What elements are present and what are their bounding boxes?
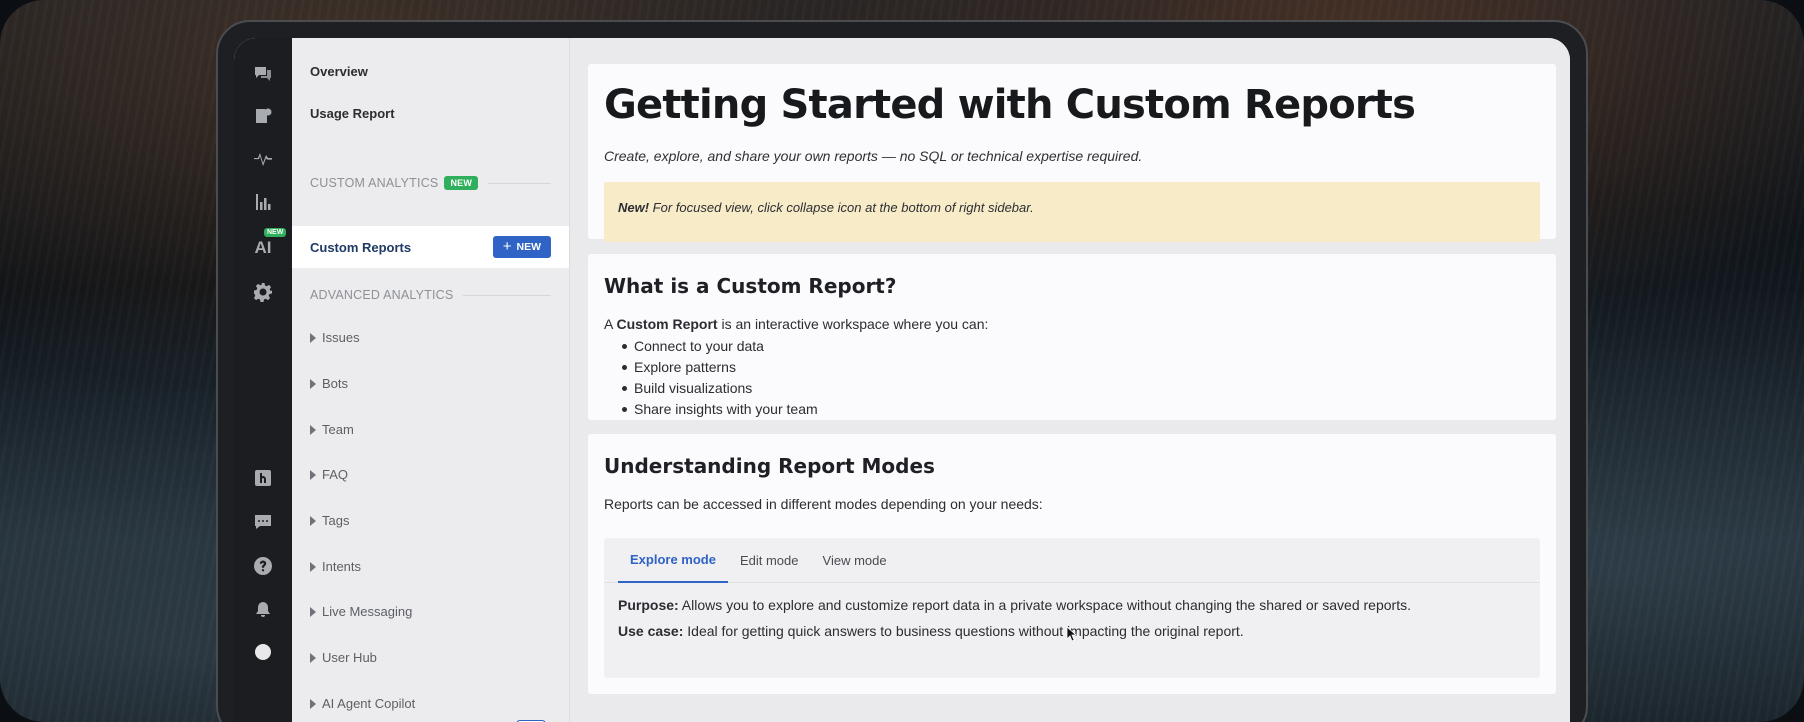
intro-prefix: A [604,316,617,332]
new-feature-callout: New! For focused view, click collapse ic… [604,182,1540,242]
bar-chart-icon[interactable] [234,188,292,216]
mode-tabs: Explore mode Edit mode View mode [604,538,1540,583]
gear-icon[interactable] [234,278,292,306]
nav-item-label: Bots [322,376,349,391]
purpose-label: Purpose: [618,597,679,613]
list-item: Share insights with your team [622,399,1540,420]
bell-icon[interactable] [234,596,292,624]
tab-view-mode[interactable]: View mode [811,538,899,583]
page-title: Getting Started with Custom Reports [604,82,1416,128]
usecase-label: Use case: [618,623,684,639]
caret-right-icon [310,515,316,526]
purpose-text: Allows you to explore and customize repo… [678,597,1411,613]
list-item: Explore patterns [622,357,1540,378]
icon-rail: AI NEW [234,38,292,722]
modes-tab-panel: Explore mode Edit mode View mode Purpose… [604,538,1540,678]
ai-icon[interactable]: AI NEW [234,228,292,262]
nav-item-label: Intents [322,559,362,574]
caret-right-icon [310,698,316,709]
report-modes-card: Understanding Report Modes Reports can b… [588,434,1556,694]
advanced-analytics-heading-label: ADVANCED ANALYTICS [310,288,454,302]
tab-edit-mode[interactable]: Edit mode [728,538,811,583]
caret-right-icon [310,606,316,617]
caret-right-icon [310,561,316,572]
capabilities-list: Connect to your data Explore patterns Bu… [622,336,1540,420]
divider [488,182,551,184]
section-heading: What is a Custom Report? [604,274,897,298]
message-icon[interactable] [234,508,292,536]
usecase-text: Ideal for getting quick answers to busin… [683,623,1244,639]
caret-right-icon [310,378,316,389]
app-screen: AI NEW Overview Usage Report CUSTOM ANAL… [234,38,1570,722]
intro-suffix: is an interactive workspace where you ca… [717,316,989,332]
nav-bots[interactable]: Bots [310,376,348,391]
page-subtitle: Create, explore, and share your own repo… [604,148,1143,164]
mode-purpose: Purpose: Allows you to explore and custo… [604,597,1540,613]
nav-item-label: User Hub [322,650,377,665]
avatar[interactable] [234,638,292,666]
new-report-button[interactable]: + NEW [492,236,551,258]
advanced-analytics-heading: ADVANCED ANALYTICS [310,288,551,302]
nav-live-messaging[interactable]: Live Messaging [310,604,412,619]
list-item: Connect to your data [622,336,1540,357]
new-report-button-label: NEW [516,241,542,253]
nav-item-label: Team [322,422,354,437]
main-content: Getting Started with Custom Reports Crea… [570,38,1570,722]
nav-item-label: AI Agent Copilot [322,696,416,711]
callout-text: For focused view, click collapse icon at… [649,200,1034,215]
nav-item-label: FAQ [322,467,349,482]
tab-explore-mode[interactable]: Explore mode [618,538,728,583]
section-intro: A Custom Report is an interactive worksp… [604,316,1540,332]
nav-overview[interactable]: Overview [310,64,368,79]
mouse-cursor-icon [1066,626,1078,642]
nav-custom-reports[interactable]: Custom Reports + NEW [292,226,569,268]
custom-analytics-new-badge: NEW [444,176,479,190]
nav-item-label: Issues [322,330,360,345]
callout-bold: New! [618,200,650,215]
intro-bold: Custom Report [616,316,718,332]
ai-label: AI [254,238,272,257]
caret-right-icon [310,469,316,480]
custom-analytics-heading-label: CUSTOM ANALYTICS [310,176,439,190]
nav-issues[interactable]: Issues [310,330,360,345]
helpdesk-icon[interactable] [234,464,292,492]
help-icon[interactable] [234,552,292,580]
nav-item-label: Tags [322,513,350,528]
nav-ai-agent-copilot[interactable]: AI Agent Copilot [310,696,415,711]
caret-right-icon [310,424,316,435]
nav-custom-reports-label: Custom Reports [310,239,412,255]
analytics-nav: Overview Usage Report CUSTOM ANALYTICS N… [292,38,570,722]
chat-bubbles-icon[interactable] [234,60,292,88]
section-heading: Understanding Report Modes [604,454,935,478]
what-is-card: What is a Custom Report? A Custom Report… [588,254,1556,420]
divider [463,294,551,296]
nav-usage-report[interactable]: Usage Report [310,106,395,121]
activity-icon[interactable] [234,144,292,172]
nav-team[interactable]: Team [310,422,354,437]
ai-new-badge: NEW [264,228,287,237]
section-intro: Reports can be accessed in different mod… [604,496,1043,512]
nav-faq[interactable]: FAQ [310,467,348,482]
caret-right-icon [310,652,316,663]
nav-intents[interactable]: Intents [310,559,361,574]
custom-analytics-heading: CUSTOM ANALYTICS NEW [310,176,551,190]
intro-card: Getting Started with Custom Reports Crea… [588,64,1556,242]
device-frame: AI NEW Overview Usage Report CUSTOM ANAL… [216,20,1588,722]
nav-user-hub[interactable]: User Hub [310,650,377,665]
book-icon[interactable] [234,102,292,130]
caret-right-icon [310,332,316,343]
nav-item-label: Live Messaging [322,604,413,619]
plus-icon: + [502,238,512,255]
nav-tags[interactable]: Tags [310,513,349,528]
list-item: Build visualizations [622,378,1540,399]
